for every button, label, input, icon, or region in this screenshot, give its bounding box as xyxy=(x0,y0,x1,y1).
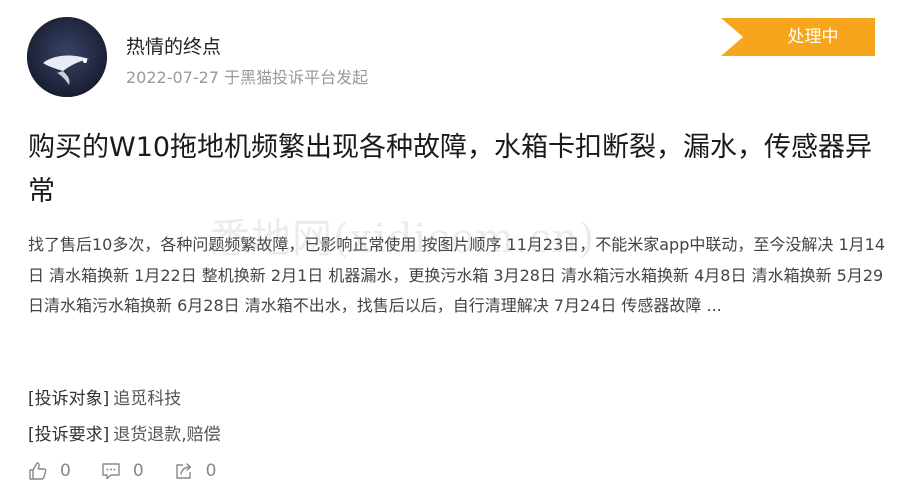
avatar[interactable] xyxy=(27,17,107,97)
complaint-title[interactable]: 购买的W10拖地机频繁出现各种故障，水箱卡扣断裂，漏水，传感器异常 xyxy=(28,126,888,214)
complaint-target: [投诉对象] 追觅科技 xyxy=(28,384,181,409)
like-button[interactable]: 0 xyxy=(28,461,71,481)
author-name[interactable]: 热情的终点 xyxy=(126,32,221,59)
complaint-body: 找了售后10多次，各种问题频繁故障，已影响正常使用 按图片顺序 11月23日，不… xyxy=(28,235,885,315)
share-count: 0 xyxy=(205,461,217,481)
complaint-request: [投诉要求] 退货退款,赔偿 xyxy=(28,420,221,445)
complaint-request-value: 退货退款,赔偿 xyxy=(113,425,221,445)
comment-count: 0 xyxy=(132,461,144,481)
share-icon xyxy=(175,463,191,479)
avatar-image xyxy=(27,17,107,97)
complaint-request-label: [投诉要求] xyxy=(28,425,110,445)
thumbs-up-icon xyxy=(29,462,47,480)
complaint-target-value[interactable]: 追觅科技 xyxy=(113,389,181,409)
status-badge: 处理中 xyxy=(721,18,875,56)
comment-icon xyxy=(102,463,120,480)
status-label: 处理中 xyxy=(787,27,839,47)
action-bar: 0 0 0 xyxy=(28,458,246,484)
comment-button[interactable]: 0 xyxy=(101,461,144,481)
complaint-meta: 2022-07-27 于黑猫投诉平台发起 xyxy=(126,68,369,87)
share-button[interactable]: 0 xyxy=(174,461,217,481)
like-count: 0 xyxy=(60,461,71,481)
complaint-target-label: [投诉对象] xyxy=(28,389,110,409)
